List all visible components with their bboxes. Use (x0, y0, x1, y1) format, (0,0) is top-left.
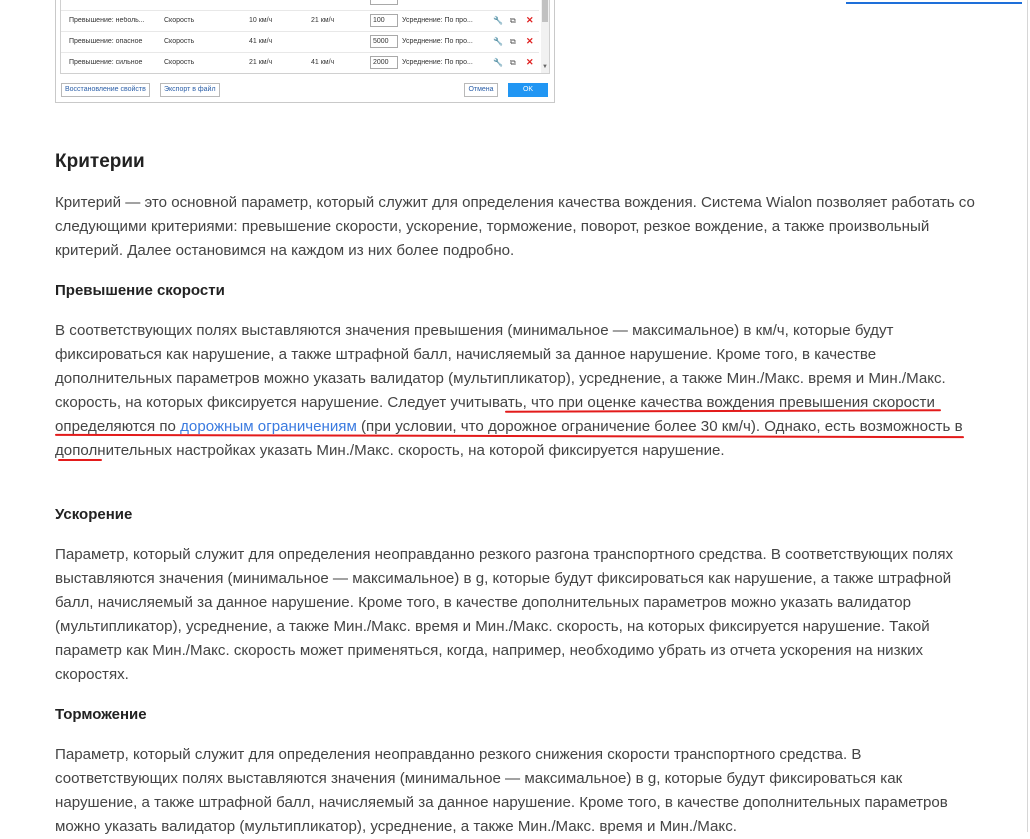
row-min: 21 км/ч (249, 59, 273, 66)
braking-heading: Торможение (55, 706, 147, 723)
scroll-down-arrow-icon: ▼ (542, 64, 548, 70)
cancel-button: Отмена (464, 83, 498, 97)
criteria-paragraph: Критерий — это основной параметр, которы… (55, 194, 975, 259)
export-file-button: Экспорт в файл (160, 83, 220, 97)
row-description: Усреднение: По про... (402, 38, 473, 45)
top-accent-bar (846, 2, 1022, 4)
copy-icon: ⧉ (510, 16, 516, 25)
wrench-icon: 🔧 (493, 37, 503, 46)
ok-button: OK (508, 83, 548, 97)
speeding-paragraph: В соответствующих полях выставляются зна… (55, 319, 975, 463)
row-type: Скорость (164, 38, 195, 45)
criteria-table: Превышение: неболь... Скорость 10 км/ч 2… (60, 0, 550, 74)
table-row: Превышение: неболь... Скорость 10 км/ч 2… (61, 10, 539, 31)
wrench-icon: 🔧 (493, 16, 503, 25)
penalty-input: 5000 (370, 35, 398, 48)
dialog-screenshot: Превышение: неболь... Скорость 10 км/ч 2… (55, 0, 555, 103)
row-name: Превышение: опасное (69, 38, 143, 45)
close-icon: ✕ (526, 57, 534, 67)
row-description: Усреднение: По про... (402, 59, 473, 66)
row-min: 41 км/ч (249, 38, 273, 45)
page-border (1027, 0, 1028, 832)
row-type: Скорость (164, 17, 195, 24)
copy-icon: ⧉ (510, 58, 516, 67)
criteria-heading: Критерии (55, 151, 145, 172)
wrench-icon: 🔧 (493, 58, 503, 67)
row-name: Превышение: неболь... (69, 17, 145, 24)
table-row: Превышение: сильное Скорость 21 км/ч 41 … (61, 52, 539, 73)
row-type: Скорость (164, 59, 195, 66)
penalty-input (370, 0, 398, 5)
row-max: 21 км/ч (311, 17, 335, 24)
row-name: Превышение: сильное (69, 59, 143, 66)
row-max: 41 км/ч (311, 59, 335, 66)
scrollbar-thumb (542, 0, 548, 22)
road-limits-link[interactable]: дорожным ограничениям (180, 418, 357, 435)
table-scrollbar: ▼ (541, 0, 549, 73)
copy-icon: ⧉ (510, 37, 516, 46)
table-row-partial (61, 0, 539, 6)
table-row: Превышение: опасное Скорость 41 км/ч 500… (61, 31, 539, 52)
speeding-heading: Превышение скорости (55, 282, 225, 299)
highlight-underline (58, 459, 102, 461)
row-min: 10 км/ч (249, 17, 273, 24)
restore-properties-button: Восстановление свойств (61, 83, 150, 97)
close-icon: ✕ (526, 36, 534, 46)
row-description: Усреднение: По про... (402, 17, 473, 24)
acceleration-heading: Ускорение (55, 506, 133, 523)
acceleration-paragraph: Параметр, который служит для определения… (55, 546, 954, 683)
braking-paragraph: Параметр, который служит для определения… (55, 746, 948, 835)
penalty-input: 2000 (370, 56, 398, 69)
close-icon: ✕ (526, 15, 534, 25)
penalty-input: 100 (370, 14, 398, 27)
